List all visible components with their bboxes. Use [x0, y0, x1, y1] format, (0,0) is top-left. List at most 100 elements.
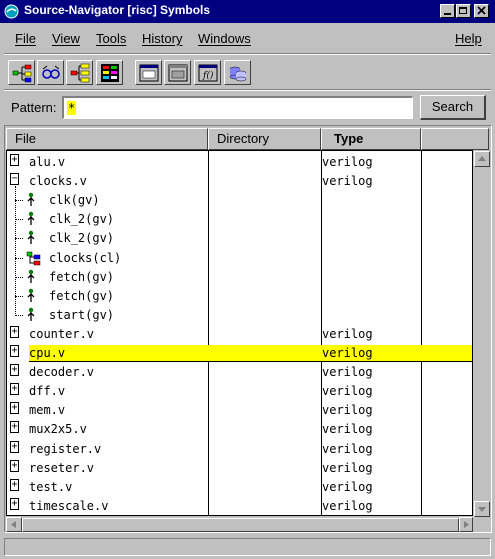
hierarchy-button[interactable] [8, 60, 35, 85]
row-type: verilog [322, 479, 373, 494]
scroll-down-button[interactable] [474, 501, 490, 517]
row-name: clocks(cl) [49, 250, 122, 265]
maximize-button[interactable] [456, 4, 471, 18]
expand-icon[interactable]: + [10, 345, 19, 357]
project-button[interactable] [224, 60, 251, 85]
minimize-icon [444, 13, 451, 15]
scroll-up-button[interactable] [474, 151, 490, 167]
row-name: alu.v [29, 155, 66, 169]
symbol-row[interactable]: clk_2(gv) [7, 210, 472, 229]
cross-reference-icon [42, 65, 60, 79]
expand-icon[interactable]: + [10, 478, 19, 491]
menu-history[interactable]: History [142, 31, 182, 46]
arrow-down-icon [478, 507, 486, 512]
file-row[interactable]: + decoder.v verilog [7, 363, 472, 382]
horizontal-scrollbar[interactable] [6, 517, 473, 532]
file-row[interactable]: + register.v verilog [7, 440, 472, 459]
row-name: fetch(gv) [49, 269, 115, 284]
expand-icon[interactable]: + [10, 440, 19, 453]
editor-button[interactable] [135, 60, 162, 85]
symbol-row[interactable]: fetch(gv) [7, 287, 472, 306]
column-header-type[interactable]: Type [321, 128, 421, 150]
row-type: verilog [322, 174, 373, 189]
tree-connector [15, 295, 23, 297]
tree-connector [15, 314, 23, 316]
row-name: dff.v [29, 384, 66, 399]
horizontal-scroll-thumb[interactable] [22, 518, 459, 532]
file-row[interactable]: + counter.v verilog [7, 325, 472, 344]
class-browser-icon [101, 64, 119, 82]
row-type: verilog [322, 460, 373, 475]
tree-connector [15, 200, 23, 202]
expand-icon[interactable]: + [10, 325, 19, 338]
tree-connector [15, 219, 23, 221]
scroll-right-button[interactable] [459, 517, 473, 532]
file-row[interactable]: + dff.v verilog [7, 382, 472, 401]
symbol-row[interactable]: clk_2(gv) [7, 229, 472, 248]
svg-text:f(): f() [202, 70, 214, 81]
selection-highlight [29, 345, 472, 362]
expand-icon[interactable]: + [10, 364, 19, 377]
pattern-value: * [67, 101, 77, 115]
pattern-label: Pattern: [11, 100, 57, 115]
expand-icon[interactable]: + [10, 497, 19, 510]
menu-view[interactable]: View [52, 31, 80, 46]
grep-button[interactable]: f() [194, 60, 221, 85]
menu-separator [4, 53, 491, 55]
search-button[interactable]: Search [420, 95, 486, 120]
cross-reference-button[interactable] [37, 60, 64, 85]
menu-help[interactable]: Help [455, 31, 482, 46]
status-bar [4, 538, 491, 556]
class-browser-button[interactable] [96, 60, 123, 85]
file-row[interactable]: − clocks.v verilog [7, 172, 472, 191]
symbol-row[interactable]: clocks(cl) [7, 249, 472, 268]
file-row[interactable]: + mux2x5.v verilog [7, 420, 472, 439]
file-row[interactable]: + test.v verilog [7, 478, 472, 497]
toolbar: f() [0, 58, 495, 90]
row-type: verilog [322, 384, 373, 399]
include-button[interactable] [66, 60, 93, 85]
symbol-row[interactable]: fetch(gv) [7, 268, 472, 287]
menu-file[interactable]: File [15, 31, 36, 46]
menu-tools[interactable]: Tools [96, 31, 126, 46]
file-row[interactable]: + mem.v verilog [7, 401, 472, 420]
file-row[interactable]: + reseter.v verilog [7, 459, 472, 478]
pattern-input[interactable]: * [62, 96, 413, 119]
symbol-list[interactable]: + alu.v verilog − clocks.v verilog clk(gv) clk_… [6, 150, 473, 516]
row-type: verilog [322, 403, 373, 418]
expand-icon[interactable]: + [10, 459, 19, 472]
toolbar-separator [4, 89, 491, 91]
row-type: verilog [322, 422, 373, 437]
column-header-directory[interactable]: Directory [208, 128, 321, 150]
file-row[interactable]: + timescale.v verilog [7, 497, 472, 515]
file-row[interactable]: + alu.v verilog [7, 153, 472, 172]
grep-icon: f() [198, 64, 218, 82]
variable-icon [27, 269, 35, 283]
file-row[interactable]: + cpu.v verilog [7, 344, 472, 363]
tree-connector [15, 238, 23, 240]
arrow-left-icon [11, 521, 16, 528]
hierarchy-icon [12, 64, 32, 83]
row-name: timescale.v [29, 498, 109, 513]
row-name: clk_2(gv) [49, 231, 115, 246]
maximize-icon [459, 7, 467, 14]
expand-icon[interactable]: + [10, 402, 19, 415]
minimize-button[interactable] [440, 4, 455, 18]
app-icon[interactable] [4, 4, 19, 19]
vertical-scrollbar[interactable] [474, 151, 490, 517]
scroll-left-button[interactable] [6, 517, 22, 532]
retriever-button[interactable] [164, 60, 191, 85]
collapse-icon[interactable]: − [10, 173, 19, 186]
row-type: verilog [322, 365, 373, 380]
close-button[interactable] [474, 4, 489, 18]
expand-icon[interactable]: + [10, 383, 19, 396]
symbol-row[interactable]: start(gv) [7, 306, 472, 325]
expand-icon[interactable]: + [10, 421, 19, 434]
menu-windows[interactable]: Windows [198, 31, 251, 46]
expand-icon[interactable]: + [10, 154, 19, 166]
row-name: counter.v [29, 326, 95, 341]
symbol-row[interactable]: clk(gv) [7, 191, 472, 210]
row-type: verilog [322, 498, 373, 513]
column-header-file[interactable]: File [6, 128, 208, 150]
row-name: cpu.v [29, 346, 66, 360]
